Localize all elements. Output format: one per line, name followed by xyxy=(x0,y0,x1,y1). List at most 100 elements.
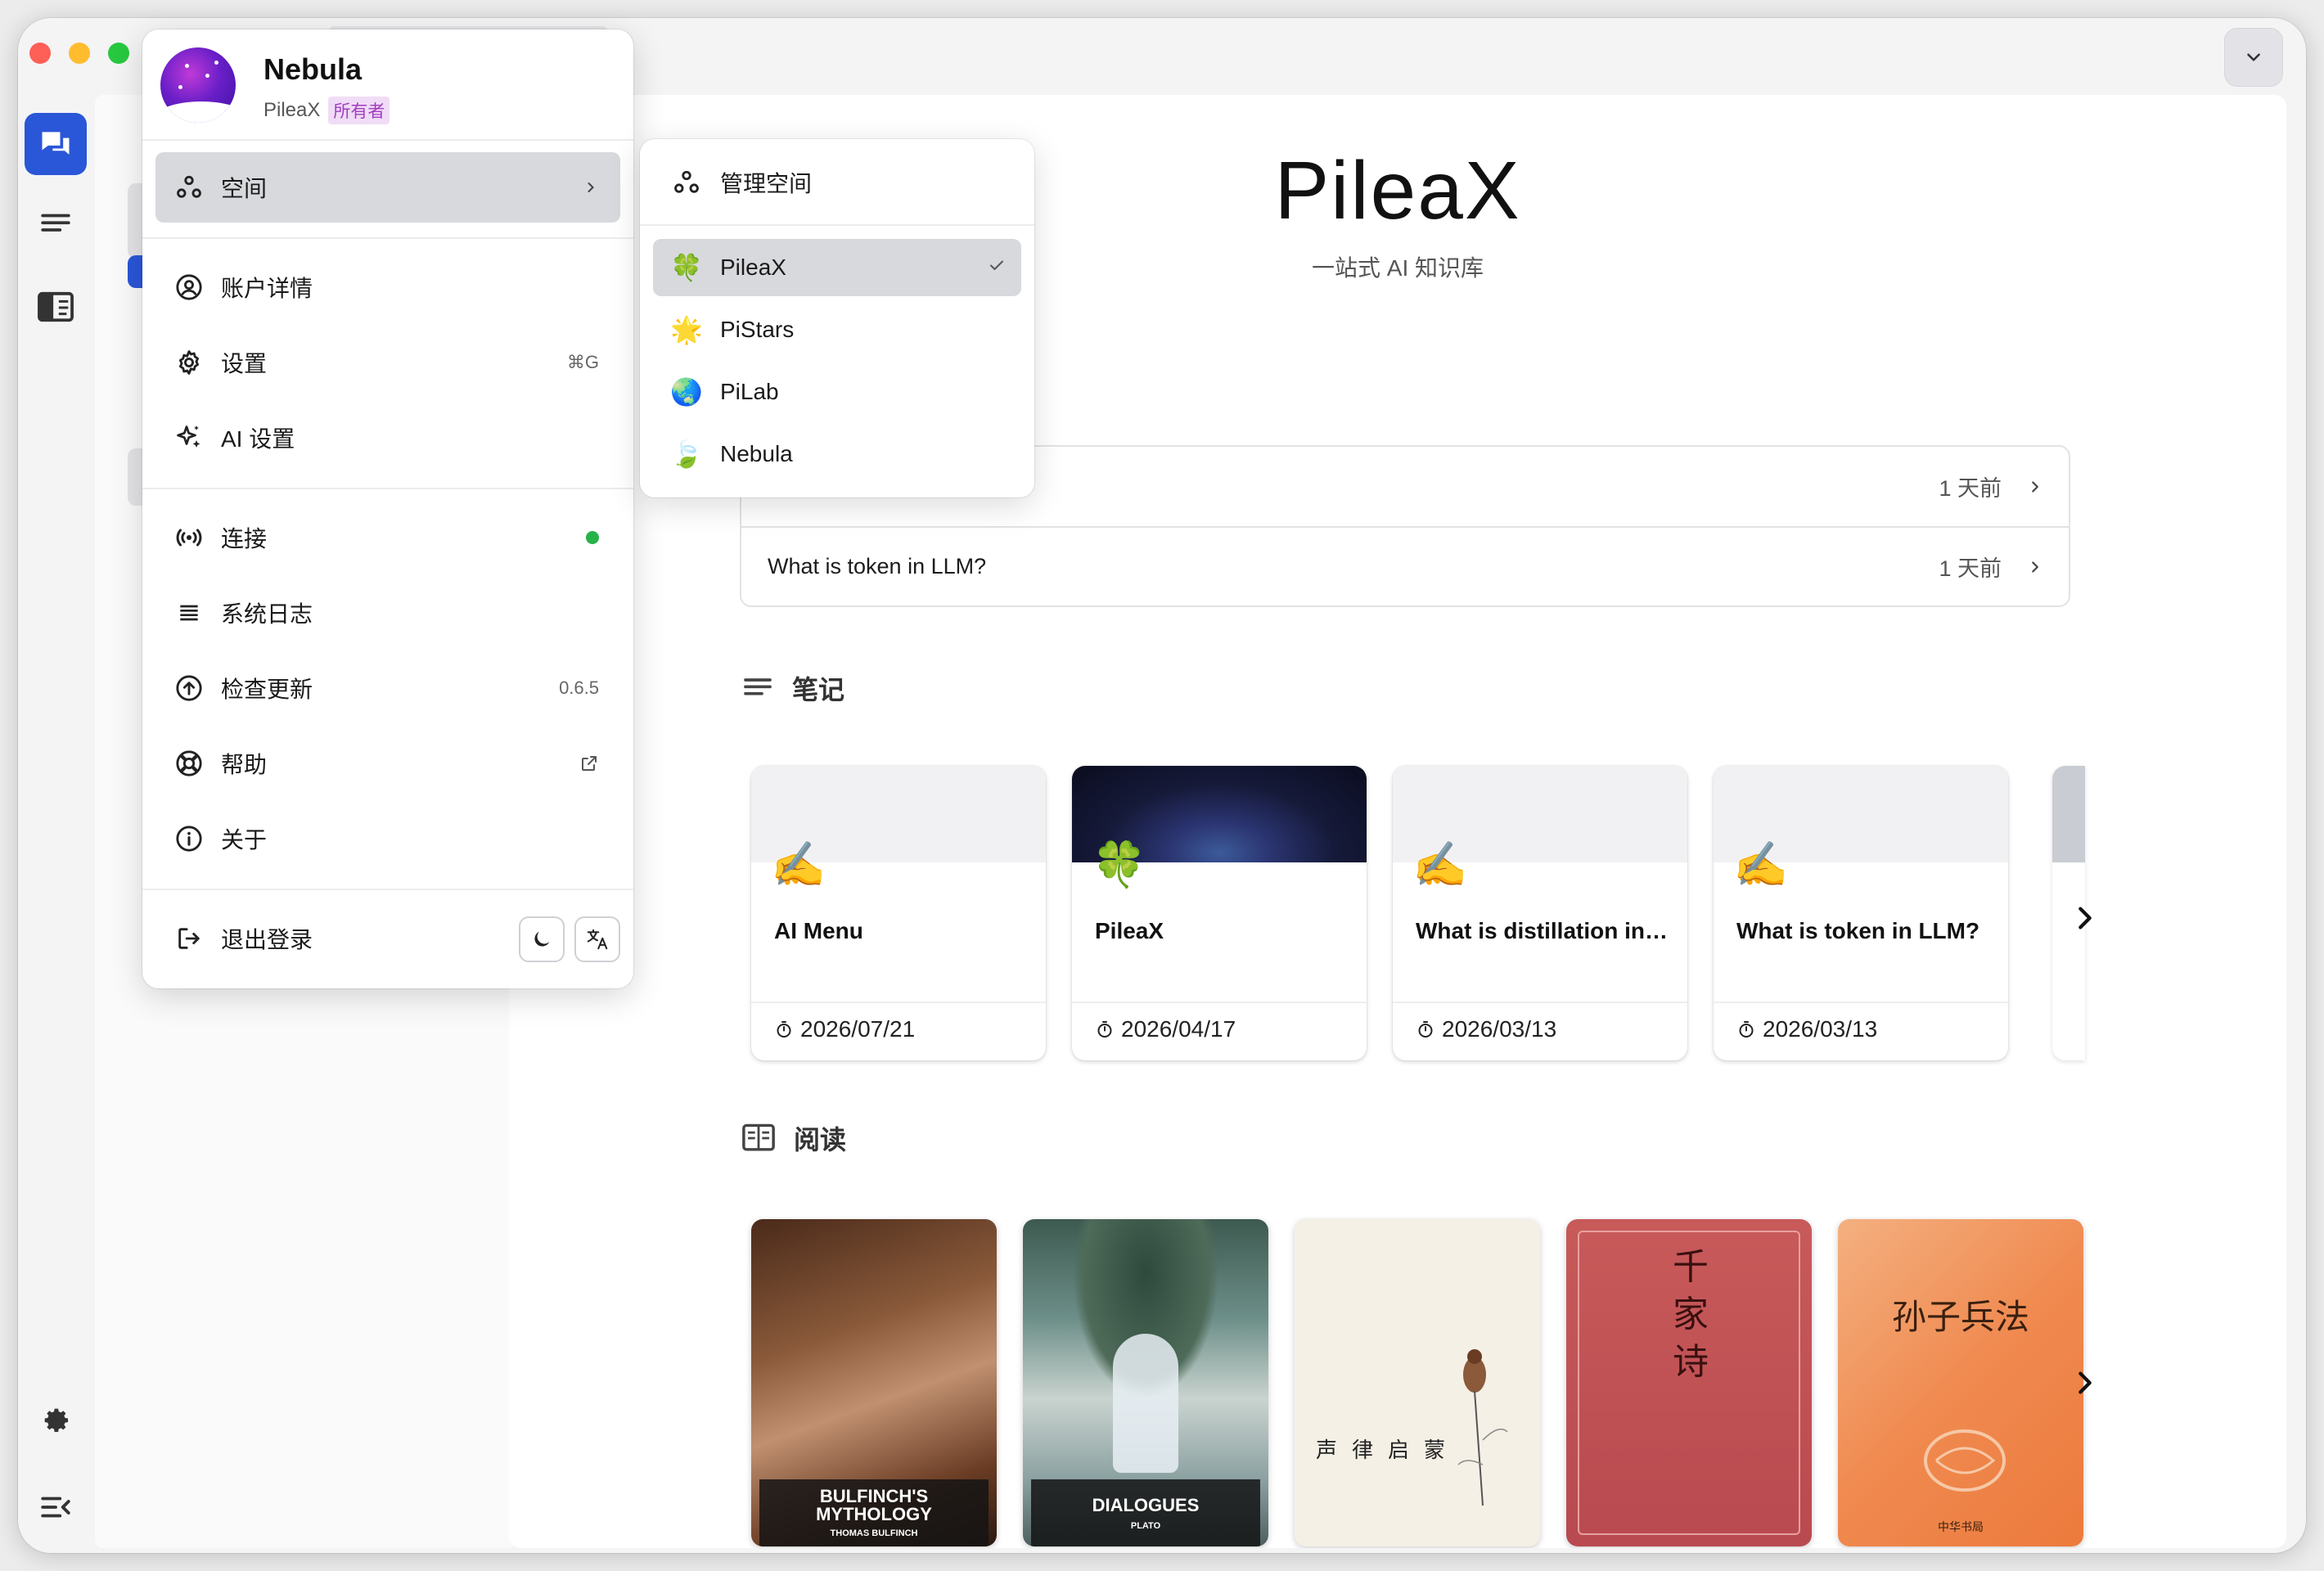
note-date: 2026/03/13 xyxy=(1736,1016,1877,1042)
book-author: THOMAS BULFINCH xyxy=(830,1528,918,1538)
book-title: 孙子兵法 xyxy=(1891,1297,2029,1337)
dragon-seal-illustration xyxy=(1924,1429,2006,1492)
note-card[interactable]: ✍️ What is token in LLM? 2026/03/13 xyxy=(1714,766,2008,1060)
space-nodes-icon xyxy=(177,175,201,198)
chevron-right-icon xyxy=(2079,907,2092,930)
note-card[interactable]: ✍️ AI Menu 2026/07/21 xyxy=(751,766,1046,1060)
nav-notes-button[interactable] xyxy=(25,193,87,255)
close-window-button[interactable] xyxy=(29,43,51,64)
book-cover[interactable]: 千家诗 xyxy=(1566,1219,1812,1546)
list-icon xyxy=(180,605,198,621)
note-title: AI Menu xyxy=(774,918,863,943)
note-card[interactable]: ✍️ What is distillation in ... 2026/03/1… xyxy=(1393,766,1687,1060)
menu-item-settings[interactable]: 设置 ⌘G xyxy=(155,327,620,398)
book-author: PLATO xyxy=(1130,1521,1161,1531)
collapse-sidebar-button[interactable] xyxy=(25,1476,87,1538)
sparkles-icon xyxy=(177,425,200,448)
book-title-band: BULFINCH'S MYTHOLOGY THOMAS BULFINCH xyxy=(759,1479,989,1546)
notes-carousel: ✍️ AI Menu 2026/07/21 🍀 PileaX 2026/04/1… xyxy=(751,766,2008,1060)
gear-icon xyxy=(178,350,200,375)
chat-icon xyxy=(42,132,70,155)
book-title: 声律启蒙 xyxy=(1316,1438,1461,1463)
shortcut-hint: ⌘G xyxy=(566,352,599,372)
note-date: 2026/03/13 xyxy=(1416,1016,1556,1042)
manage-spaces-item[interactable]: 管理空间 xyxy=(653,154,1021,211)
writing-hand-icon: ✍️ xyxy=(771,840,826,889)
nav-reading-button[interactable] xyxy=(25,277,87,339)
nav-chat-button[interactable] xyxy=(25,113,87,175)
moon-icon xyxy=(534,931,550,947)
conversation-row[interactable]: What is token in LLM? 1 天前 xyxy=(741,526,2069,605)
connection-status-dot xyxy=(586,531,599,544)
books-carousel: BULFINCH'S MYTHOLOGY THOMAS BULFINCH DIA… xyxy=(751,1219,2083,1546)
lifebuoy-icon xyxy=(176,750,202,776)
notes-heading: 笔记 xyxy=(792,675,845,704)
zoom-window-button[interactable] xyxy=(108,43,129,64)
avatar xyxy=(160,47,236,123)
space-name: Nebula xyxy=(720,441,793,466)
minimize-window-button[interactable] xyxy=(69,43,90,64)
version-label: 0.6.5 xyxy=(559,677,599,698)
window-menu-button[interactable] xyxy=(2224,28,2283,87)
user-circle-icon xyxy=(176,274,202,300)
menu-item-label: 帮助 xyxy=(221,752,268,777)
star-icon: 🌟 xyxy=(670,315,703,344)
language-button[interactable] xyxy=(574,916,620,962)
menu-item-space[interactable]: 空间 xyxy=(155,152,620,223)
bird-illustration xyxy=(1457,1349,1508,1506)
book-cover[interactable]: 孙子兵法 中华书局 xyxy=(1838,1219,2083,1546)
reading-heading: 阅读 xyxy=(794,1125,847,1155)
space-item-nebula[interactable]: 🍃 Nebula xyxy=(653,425,1021,483)
profile-name: Nebula xyxy=(263,52,363,86)
note-date-text: 2026/07/21 xyxy=(800,1016,916,1042)
writing-hand-icon: ✍️ xyxy=(1412,840,1468,889)
space-item-pilab[interactable]: 🌏 PiLab xyxy=(653,363,1021,421)
chevron-right-icon xyxy=(2032,560,2038,573)
note-title: What is distillation in ... xyxy=(1416,918,1669,943)
stopwatch-icon xyxy=(1097,1021,1112,1038)
books-next-button[interactable] xyxy=(2069,1366,2101,1399)
reading-section-header: 阅读 xyxy=(741,1119,846,1157)
note-title: What is token in LLM? xyxy=(1736,918,1980,943)
submenu-label: 管理空间 xyxy=(720,171,813,196)
book-title: BULFINCH'S MYTHOLOGY xyxy=(816,1486,932,1524)
note-date: 2026/07/21 xyxy=(774,1016,915,1042)
menu-item-ai-settings[interactable]: AI 设置 xyxy=(155,403,620,473)
book-publisher: 中华书局 xyxy=(1938,1520,1984,1533)
notes-next-button[interactable] xyxy=(2069,902,2101,934)
book-icon xyxy=(742,1123,775,1151)
window-controls xyxy=(29,43,129,64)
menu-item-logs[interactable]: 系统日志 xyxy=(155,578,620,648)
external-link-icon xyxy=(582,756,597,771)
checkmark-icon xyxy=(990,260,1003,270)
conversation-time: 1 天前 xyxy=(1939,556,2002,581)
workspace-name: PileaX xyxy=(263,99,321,121)
menu-item-label: 账户详情 xyxy=(221,276,313,301)
book-cover[interactable]: DIALOGUES PLATO xyxy=(1023,1219,1268,1546)
space-name: PiStars xyxy=(720,317,795,342)
book-title-band: DIALOGUES PLATO xyxy=(1031,1479,1260,1546)
writing-hand-icon: ✍️ xyxy=(1733,840,1789,889)
menu-item-help[interactable]: 帮助 xyxy=(155,728,620,799)
gear-icon xyxy=(44,1408,69,1432)
menu-item-account[interactable]: 账户详情 xyxy=(155,252,620,322)
space-item-pileax[interactable]: 🍀 PileaX xyxy=(653,239,1021,296)
menu-item-about[interactable]: 关于 xyxy=(155,804,620,874)
book-cover[interactable]: 声律启蒙 xyxy=(1295,1219,1540,1546)
menu-item-label: 设置 xyxy=(221,351,268,376)
notes-section-header: 笔记 xyxy=(741,669,844,707)
note-date-text: 2026/03/13 xyxy=(1442,1016,1557,1042)
clover-icon: 🍀 xyxy=(670,253,703,282)
arrow-up-circle-icon xyxy=(176,675,202,701)
menu-item-label: 系统日志 xyxy=(221,601,313,627)
space-item-pistars[interactable]: 🌟 PiStars xyxy=(653,301,1021,358)
menu-item-connect[interactable]: 连接 xyxy=(155,502,620,573)
menu-item-label: 检查更新 xyxy=(221,677,313,702)
menu-item-label: 空间 xyxy=(221,176,268,201)
menu-item-updates[interactable]: 检查更新 0.6.5 xyxy=(155,653,620,723)
chevron-right-icon xyxy=(2032,480,2038,493)
book-cover[interactable]: BULFINCH'S MYTHOLOGY THOMAS BULFINCH xyxy=(751,1219,997,1546)
note-card[interactable]: 🍀 PileaX 2026/04/17 xyxy=(1072,766,1367,1060)
settings-button[interactable] xyxy=(25,1389,87,1452)
dark-mode-toggle[interactable] xyxy=(519,916,565,962)
